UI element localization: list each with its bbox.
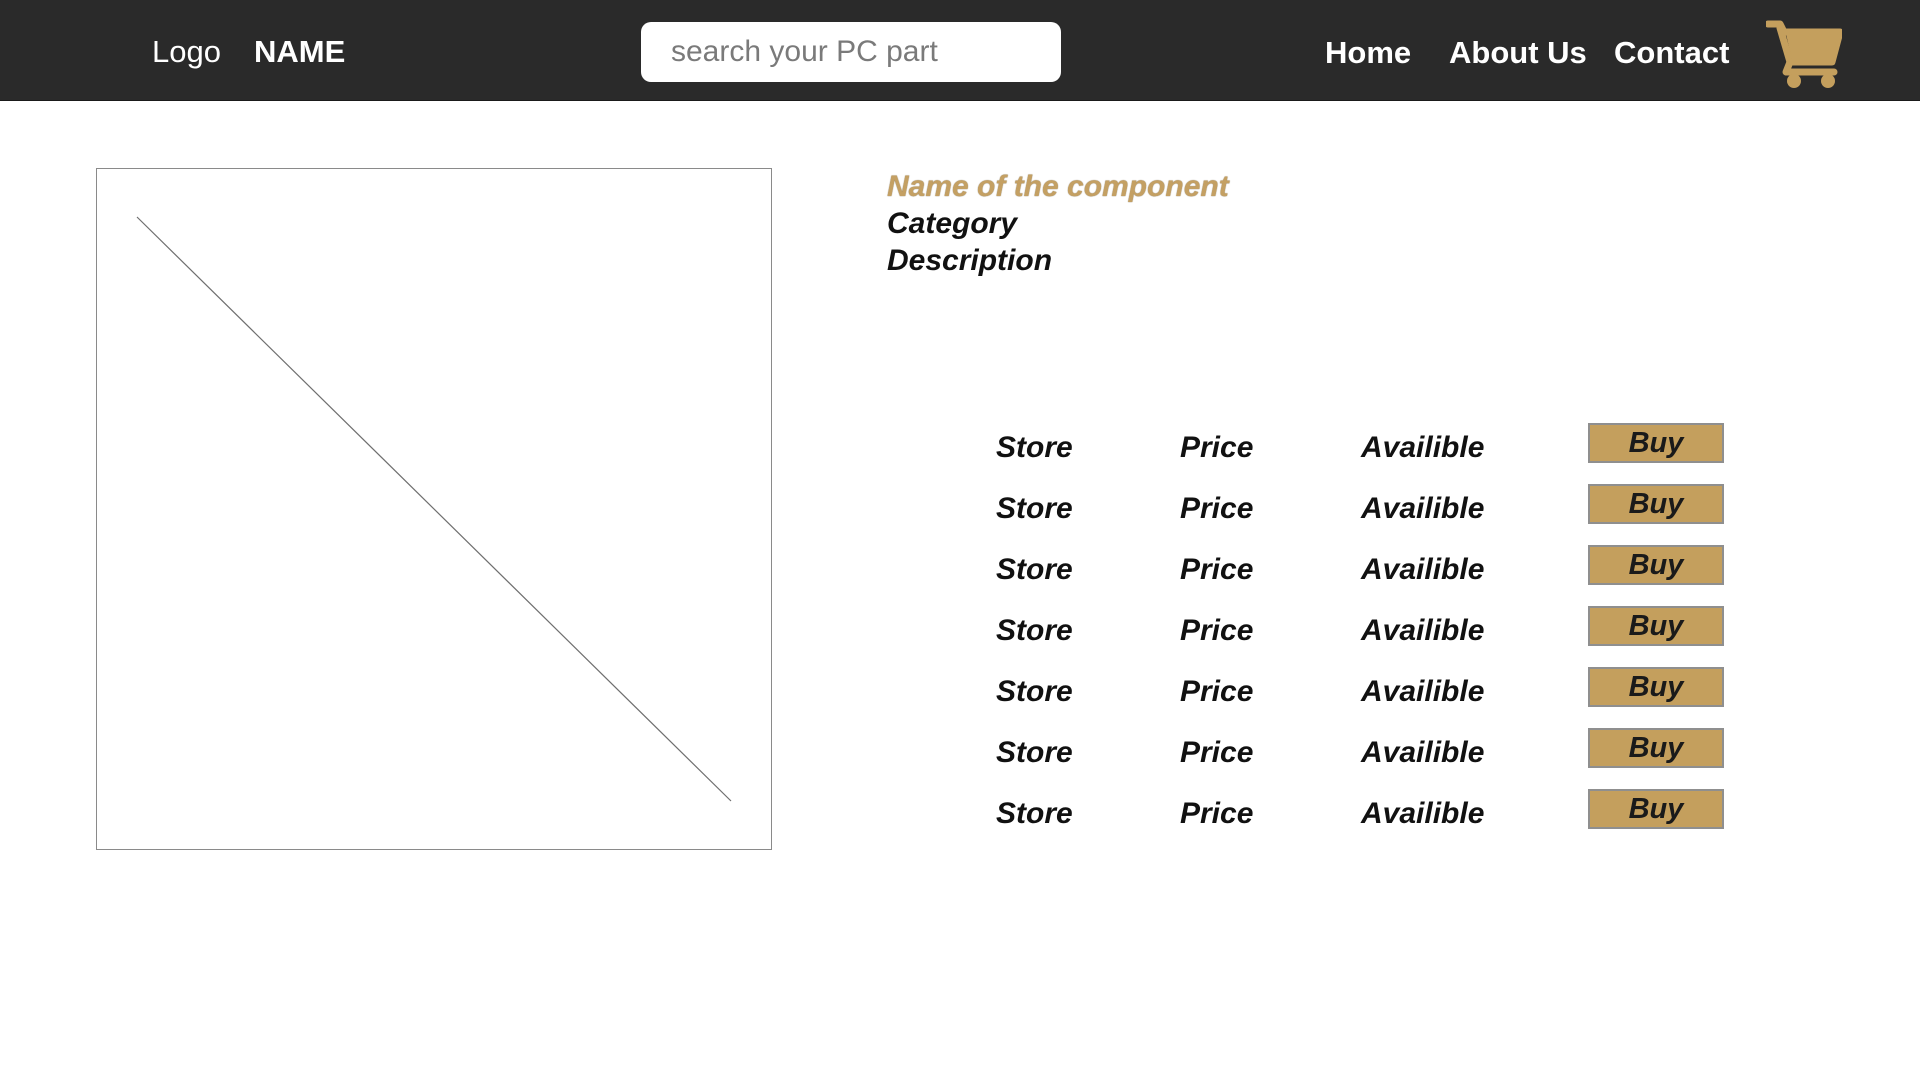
buy-button[interactable]: Buy [1588, 667, 1724, 707]
top-navigation-bar: Logo NAME Home About Us Contact [0, 0, 1920, 101]
offer-store: Store [996, 431, 1073, 464]
offer-store: Store [996, 492, 1073, 525]
component-category: Category [887, 207, 1018, 240]
nav-contact-link[interactable]: Contact [1614, 33, 1729, 73]
brand-name[interactable]: NAME [254, 32, 345, 72]
offer-price: Price [1180, 492, 1254, 525]
offer-store: Store [996, 736, 1073, 769]
buy-button[interactable]: Buy [1588, 423, 1724, 463]
buy-button[interactable]: Buy [1588, 545, 1724, 585]
offer-availability: Availible [1361, 431, 1485, 464]
offer-price: Price [1180, 736, 1254, 769]
offer-store: Store [996, 614, 1073, 647]
component-name: Name of the component [887, 170, 1229, 203]
offer-availability: Availible [1361, 675, 1485, 708]
nav-home-link[interactable]: Home [1325, 33, 1411, 73]
offer-price: Price [1180, 614, 1254, 647]
offer-row: Store Price Availible Buy [990, 423, 1730, 469]
offer-availability: Availible [1361, 553, 1485, 586]
offer-store: Store [996, 797, 1073, 830]
offer-price: Price [1180, 797, 1254, 830]
buy-button[interactable]: Buy [1588, 728, 1724, 768]
offer-availability: Availible [1361, 797, 1485, 830]
nav-about-link[interactable]: About Us [1449, 33, 1587, 73]
offer-row: Store Price Availible Buy [990, 667, 1730, 713]
image-placeholder-icon [136, 216, 732, 802]
component-description: Description [887, 244, 1053, 277]
offer-store: Store [996, 675, 1073, 708]
offer-row: Store Price Availible Buy [990, 545, 1730, 591]
buy-button[interactable]: Buy [1588, 606, 1724, 646]
offer-price: Price [1180, 431, 1254, 464]
logo[interactable]: Logo [152, 32, 221, 72]
offer-price: Price [1180, 675, 1254, 708]
offer-price: Price [1180, 553, 1254, 586]
offer-availability: Availible [1361, 492, 1485, 525]
offer-availability: Availible [1361, 614, 1485, 647]
buy-button[interactable]: Buy [1588, 484, 1724, 524]
buy-button[interactable]: Buy [1588, 789, 1724, 829]
offer-row: Store Price Availible Buy [990, 484, 1730, 530]
offer-row: Store Price Availible Buy [990, 789, 1730, 835]
offer-row: Store Price Availible Buy [990, 728, 1730, 774]
product-image-placeholder [96, 168, 772, 850]
search-input[interactable] [641, 22, 1061, 82]
offer-row: Store Price Availible Buy [990, 606, 1730, 652]
shopping-cart-icon[interactable] [1764, 18, 1844, 90]
offer-availability: Availible [1361, 736, 1485, 769]
offer-store: Store [996, 553, 1073, 586]
